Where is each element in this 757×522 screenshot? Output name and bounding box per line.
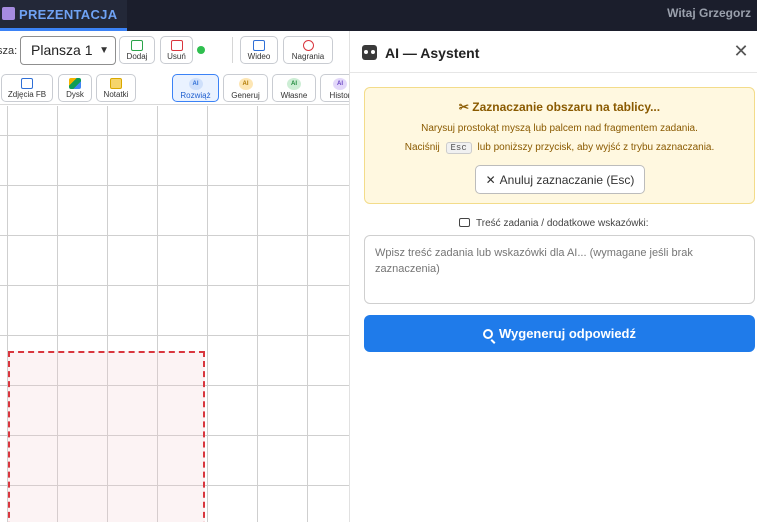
photos-fb-label: Zdjęcia FB bbox=[7, 90, 47, 99]
notice-instruction: Narysuj prostokąt myszą lub palcem nad f… bbox=[421, 123, 698, 134]
notice-escape-post: lub poniższy przycisk, aby wyjść z trybu… bbox=[477, 142, 715, 153]
top-bar: PREZENTACJA Witaj Grzegorz bbox=[0, 0, 757, 31]
add-board-button[interactable]: Dodaj bbox=[119, 36, 155, 64]
cancel-selection-button[interactable]: ✕ Anuluj zaznaczanie (Esc) bbox=[475, 165, 645, 194]
own-label: Własne bbox=[280, 91, 308, 100]
robot-icon bbox=[362, 45, 377, 60]
photos-fb-button[interactable]: Zdjęcia FB bbox=[1, 74, 53, 102]
notes-button[interactable]: Notatki bbox=[96, 74, 136, 102]
notice-escape-pre: Naciśnij bbox=[404, 142, 440, 153]
chevron-down-icon: ▼ bbox=[99, 45, 109, 56]
esc-key-badge: Esc bbox=[445, 142, 472, 154]
ai-generate-icon: AI bbox=[238, 78, 253, 90]
cancel-x-icon: ✕ bbox=[485, 172, 496, 187]
board-select-value: Plansza 1 bbox=[31, 42, 93, 58]
board-toolbar-secondary: Zdjęcia FB Dysk Notatki AI Rozwiąż AI Ge… bbox=[0, 71, 360, 105]
task-field-label: Treść zadania / dodatkowe wskazówki: bbox=[350, 218, 757, 229]
user-greeting: Witaj Grzegorz bbox=[667, 6, 751, 20]
history-label: Histor bbox=[329, 91, 351, 100]
generate-answer-label: Wygeneruj odpowiedź bbox=[499, 326, 636, 341]
record-icon bbox=[302, 40, 314, 51]
whiteboard-canvas[interactable] bbox=[0, 106, 349, 522]
remove-icon bbox=[170, 40, 183, 51]
app-root: PREZENTACJA Witaj Grzegorz sza: Plansza … bbox=[0, 0, 757, 522]
panel-title: AI — Asystent bbox=[385, 45, 480, 61]
panel-header: AI — Asystent ✕ bbox=[350, 31, 757, 73]
toolbar-divider bbox=[232, 37, 233, 63]
board-select[interactable]: Plansza 1 ▼ bbox=[20, 36, 116, 65]
board-select-label: sza: bbox=[0, 45, 18, 57]
search-icon bbox=[483, 328, 493, 339]
add-icon bbox=[131, 40, 143, 51]
drive-button[interactable]: Dysk bbox=[58, 74, 92, 102]
video-button[interactable]: Wideo bbox=[240, 36, 278, 64]
ai-own-icon: AI bbox=[287, 78, 301, 90]
recordings-button[interactable]: Nagrania bbox=[283, 36, 333, 64]
brand-label: PREZENTACJA bbox=[19, 6, 118, 22]
remove-board-label: Usuń bbox=[167, 52, 186, 61]
brand-tab[interactable]: PREZENTACJA bbox=[0, 0, 128, 31]
task-field-label-text: Treść zadania / dodatkowe wskazówki: bbox=[476, 218, 649, 229]
own-button[interactable]: AI Własne bbox=[272, 74, 316, 102]
notes-icon bbox=[110, 78, 122, 89]
notice-title: ✂ Zaznaczanie obszaru na tablicy... bbox=[458, 100, 661, 114]
ai-solve-icon: AI bbox=[188, 78, 203, 90]
drive-icon bbox=[69, 78, 81, 89]
video-icon bbox=[253, 40, 265, 51]
notes-label: Notatki bbox=[103, 90, 129, 99]
generate-answer-button[interactable]: Wygeneruj odpowiedź bbox=[364, 315, 755, 352]
selection-mode-notice: ✂ Zaznaczanie obszaru na tablicy... Nary… bbox=[364, 87, 755, 204]
generate-tool-label: Generuj bbox=[231, 91, 260, 100]
ai-assistant-panel: AI — Asystent ✕ ✂ Zaznaczanie obszaru na… bbox=[349, 31, 757, 522]
add-board-label: Dodaj bbox=[126, 52, 148, 61]
status-indicator bbox=[197, 46, 205, 54]
ai-history-icon: AI bbox=[333, 78, 347, 90]
board-area: sza: Plansza 1 ▼ Dodaj Usuń Wideo Nag bbox=[0, 31, 360, 522]
notice-escape-hint: Naciśnij Esc lub poniższy przycisk, aby … bbox=[365, 142, 754, 154]
camera-icon bbox=[21, 78, 33, 89]
board-toolbar: sza: Plansza 1 ▼ Dodaj Usuń Wideo Nag bbox=[0, 31, 349, 71]
brand-icon bbox=[2, 6, 15, 20]
remove-board-button[interactable]: Usuń bbox=[160, 36, 193, 64]
generate-tool-button[interactable]: AI Generuj bbox=[223, 74, 268, 102]
solve-button[interactable]: AI Rozwiąż bbox=[172, 74, 219, 102]
close-icon[interactable]: ✕ bbox=[731, 41, 751, 61]
drive-label: Dysk bbox=[66, 90, 84, 99]
task-textarea[interactable] bbox=[364, 235, 755, 304]
recordings-label: Nagrania bbox=[291, 52, 325, 61]
video-label: Wideo bbox=[247, 52, 271, 61]
selection-rectangle[interactable] bbox=[8, 351, 205, 522]
solve-label: Rozwiąż bbox=[180, 91, 211, 100]
cancel-selection-label: Anuluj zaznaczanie (Esc) bbox=[499, 172, 635, 187]
chat-icon bbox=[459, 218, 471, 227]
